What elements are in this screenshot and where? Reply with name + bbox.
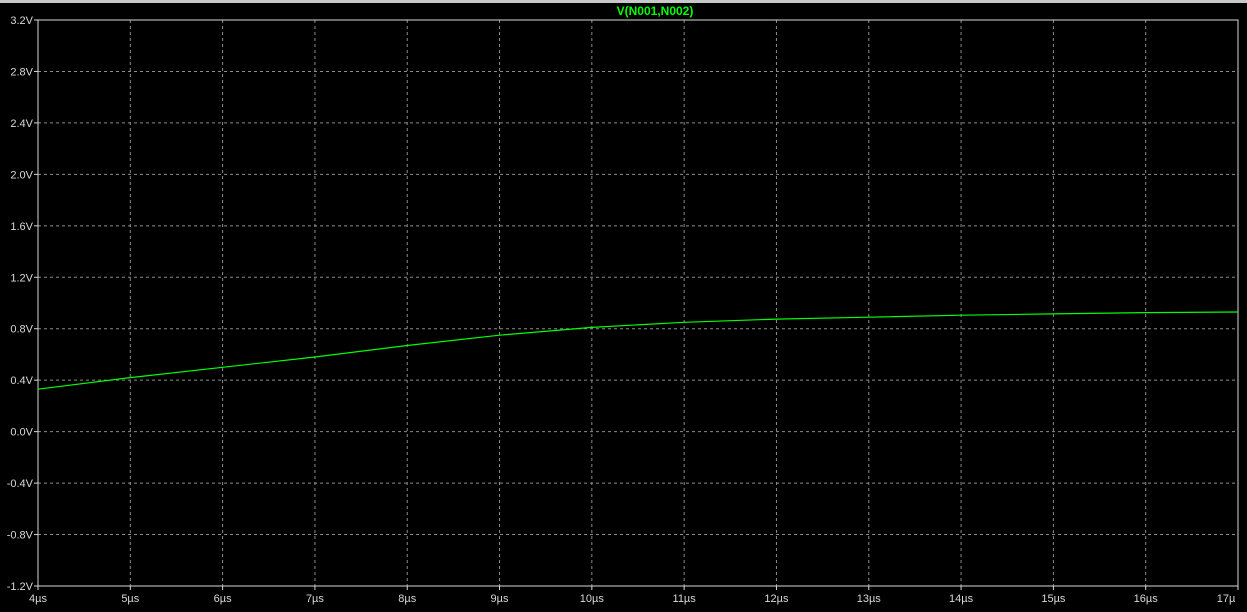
waveform-plot[interactable]: 3.2V 2.8V 2.4V 2.0V 1.6V 1.2V 0.8V 0.4V 0.0V -0.4… [0,0,1247,612]
y-tick-label: 2.0V [10,169,33,181]
x-tick-label: 15µs [1041,593,1066,605]
x-tick-label: 6µs [214,593,232,605]
x-tick-label: 11µs [673,593,697,605]
y-tick-label: 3.2V [10,15,33,27]
x-tick-label: 4µs [29,593,47,605]
x-tick-label: 17µ [1217,593,1236,605]
y-tick-label: 2.4V [10,118,33,130]
y-tick-label: 0.4V [10,375,33,387]
y-tick-label: 1.6V [10,221,33,233]
x-tick-label: 10µs [580,593,605,605]
x-tick-label: 8µs [398,593,416,605]
series-line [37,311,1239,390]
x-tick-label: 12µs [764,593,789,605]
y-tick-label: -0.8V [7,530,34,542]
waveform-viewer: 3.2V 2.8V 2.4V 2.0V 1.6V 1.2V 0.8V 0.4V 0.0V -0.4… [0,0,1247,612]
trace-title[interactable]: V(N001,N002) [617,4,694,18]
x-tick-label: 16µs [1134,593,1159,605]
y-tick-label: 1.2V [10,272,33,284]
x-tick-label: 5µs [121,593,139,605]
y-tick-label: 2.8V [10,66,33,78]
y-tick-label: 0.8V [10,324,33,336]
x-tick-label: 7µs [306,593,324,605]
x-tick-label: 13µs [857,593,882,605]
plot-frame [37,19,1239,587]
y-tick-label: -0.4V [7,478,34,490]
y-tick-label: 0.0V [10,427,33,439]
y-tick-label: -1.2V [7,581,34,593]
x-tick-label: 9µs [491,593,509,605]
x-tick-label: 14µs [949,593,974,605]
